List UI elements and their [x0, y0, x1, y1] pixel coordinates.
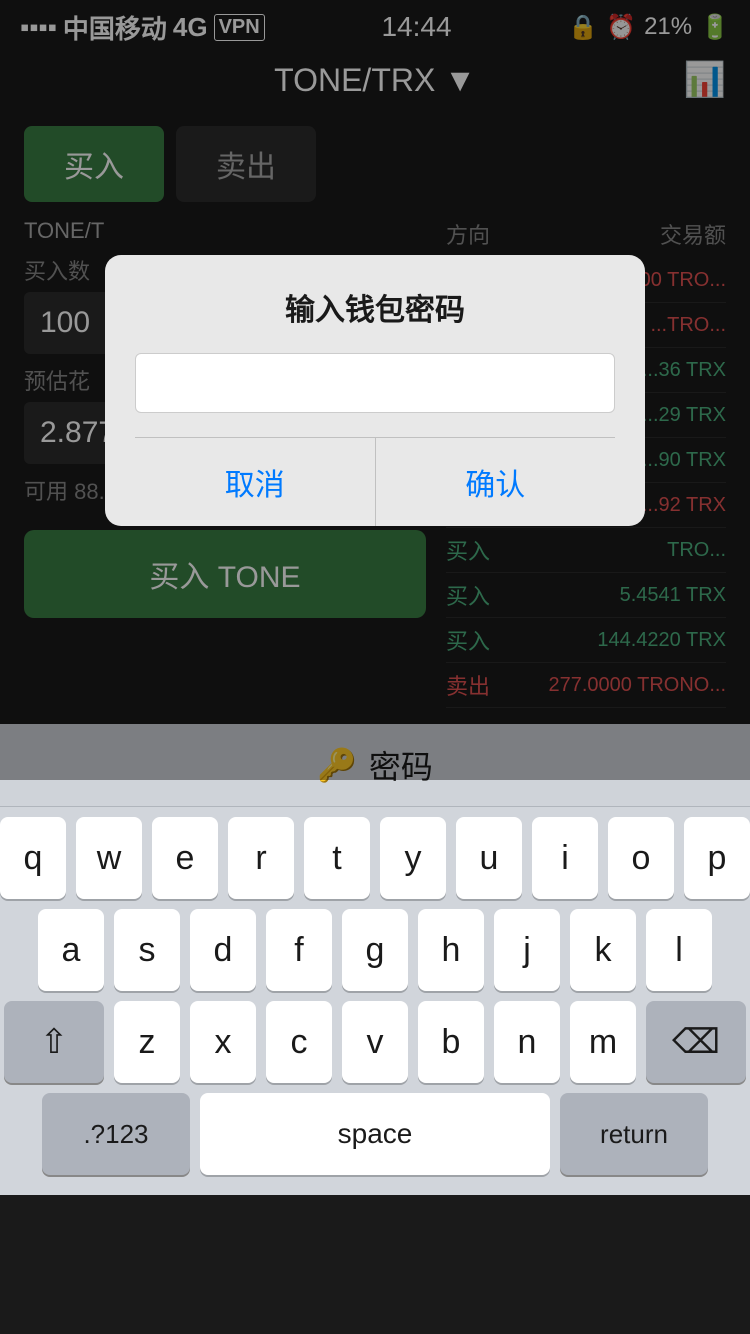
key-m[interactable]: m — [570, 1001, 636, 1083]
dialog-overlay: 输入钱包密码 取消 确认 — [0, 0, 750, 780]
key-u[interactable]: u — [456, 817, 522, 899]
key-e[interactable]: e — [152, 817, 218, 899]
key-g[interactable]: g — [342, 909, 408, 991]
return-key[interactable]: return — [560, 1093, 708, 1175]
password-dialog: 输入钱包密码 取消 确认 — [105, 255, 645, 526]
key-h[interactable]: h — [418, 909, 484, 991]
key-i[interactable]: i — [532, 817, 598, 899]
key-v[interactable]: v — [342, 1001, 408, 1083]
key-s[interactable]: s — [114, 909, 180, 991]
key-y[interactable]: y — [380, 817, 446, 899]
key-x[interactable]: x — [190, 1001, 256, 1083]
keyboard-row-4: .?123 space return — [0, 1093, 750, 1175]
key-l[interactable]: l — [646, 909, 712, 991]
space-key[interactable]: space — [200, 1093, 550, 1175]
key-j[interactable]: j — [494, 909, 560, 991]
keyboard-section: 🔑 密码 qwertyuiop asdfghjkl ⇧ zxcvbnm ⌫ .?… — [0, 724, 750, 1195]
key-z[interactable]: z — [114, 1001, 180, 1083]
password-input[interactable] — [135, 353, 615, 413]
keyboard: qwertyuiop asdfghjkl ⇧ zxcvbnm ⌫ .?123 s… — [0, 807, 750, 1195]
key-q[interactable]: q — [0, 817, 66, 899]
key-w[interactable]: w — [76, 817, 142, 899]
confirm-button[interactable]: 确认 — [376, 438, 616, 526]
key-a[interactable]: a — [38, 909, 104, 991]
dialog-title: 输入钱包密码 — [135, 285, 615, 329]
key-r[interactable]: r — [228, 817, 294, 899]
keyboard-row-3: ⇧ zxcvbnm ⌫ — [0, 1001, 750, 1083]
key-o[interactable]: o — [608, 817, 674, 899]
key-k[interactable]: k — [570, 909, 636, 991]
key-p[interactable]: p — [684, 817, 750, 899]
key-d[interactable]: d — [190, 909, 256, 991]
symbols-key[interactable]: .?123 — [42, 1093, 190, 1175]
key-n[interactable]: n — [494, 1001, 560, 1083]
keyboard-row-2: asdfghjkl — [0, 909, 750, 991]
dialog-buttons: 取消 确认 — [135, 437, 615, 526]
key-t[interactable]: t — [304, 817, 370, 899]
shift-key[interactable]: ⇧ — [4, 1001, 104, 1083]
key-c[interactable]: c — [266, 1001, 332, 1083]
delete-key[interactable]: ⌫ — [646, 1001, 746, 1083]
cancel-button[interactable]: 取消 — [135, 438, 376, 526]
key-b[interactable]: b — [418, 1001, 484, 1083]
key-f[interactable]: f — [266, 909, 332, 991]
keyboard-row-1: qwertyuiop — [0, 817, 750, 899]
